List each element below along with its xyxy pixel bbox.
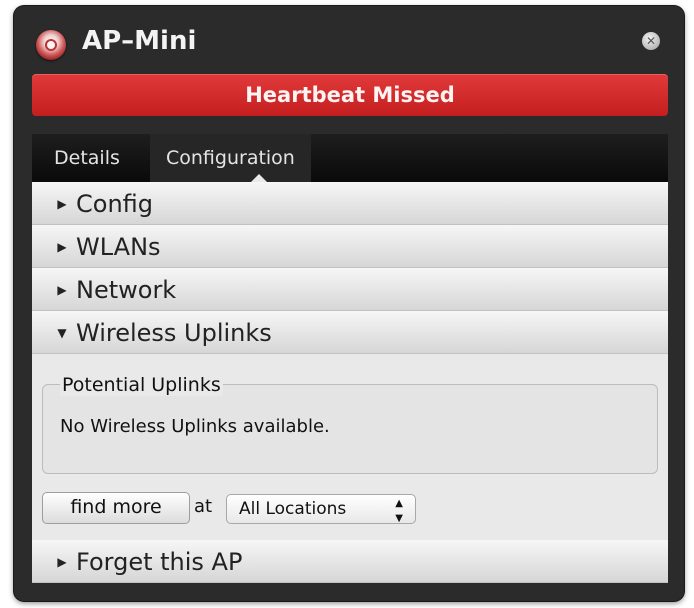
- section-label: Wireless Uplinks: [76, 319, 272, 347]
- access-point-icon: [36, 30, 66, 60]
- disclosure-down-icon: ▼: [57, 326, 67, 340]
- section-wlans[interactable]: ▶ WLANs: [32, 225, 668, 268]
- location-select-value: All Locations: [239, 499, 347, 519]
- disclosure-right-icon: ▶: [57, 240, 67, 254]
- section-label: Config: [76, 190, 154, 218]
- disclosure-right-icon: ▶: [57, 555, 67, 569]
- at-label: at: [194, 496, 213, 517]
- window-title: AP–Mini: [82, 26, 197, 56]
- empty-message: No Wireless Uplinks available.: [60, 416, 330, 437]
- configuration-panel: ▶ Config ▶ WLANs ▶ Network ▼ Wireless Uplink…: [32, 182, 668, 583]
- select-arrows-icon: ▲ ▼: [395, 498, 403, 524]
- disclosure-right-icon: ▶: [57, 283, 67, 297]
- tab-details[interactable]: Details: [38, 134, 136, 182]
- tab-configuration[interactable]: Configuration: [150, 134, 311, 182]
- tab-bar: Details Configuration: [32, 134, 668, 183]
- section-wireless-uplinks[interactable]: ▼ Wireless Uplinks: [32, 311, 668, 354]
- section-config[interactable]: ▶ Config: [32, 182, 668, 225]
- section-label: WLANs: [76, 233, 161, 261]
- group-title: Potential Uplinks: [60, 374, 223, 396]
- title-bar: AP–Mini ✕: [14, 6, 684, 76]
- section-label: Network: [76, 276, 177, 304]
- ap-detail-window: AP–Mini ✕ Heartbeat Missed Details Confi…: [14, 6, 684, 601]
- disclosure-right-icon: ▶: [57, 197, 67, 211]
- section-network[interactable]: ▶ Network: [32, 268, 668, 311]
- section-label: Forget this AP: [76, 548, 243, 576]
- find-more-button[interactable]: find more: [42, 492, 190, 524]
- close-icon[interactable]: ✕: [642, 32, 660, 50]
- status-banner: Heartbeat Missed: [32, 74, 668, 116]
- section-forget-ap[interactable]: ▶ Forget this AP: [32, 540, 668, 583]
- location-select[interactable]: All Locations ▲ ▼: [226, 494, 416, 524]
